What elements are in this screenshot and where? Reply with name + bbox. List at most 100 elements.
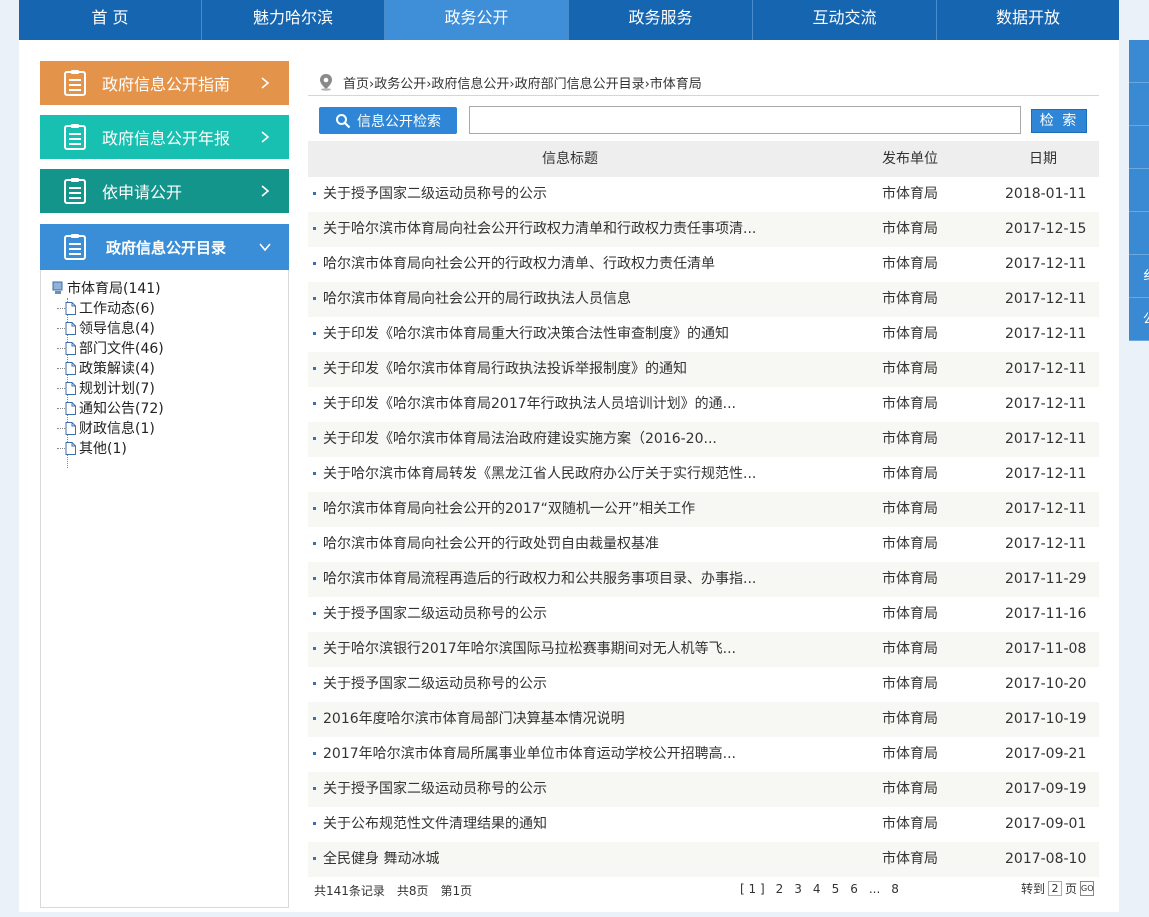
row-title-link[interactable]: 哈尔滨市体育局向社会公开的2017“双随机一公开”相关工作: [323, 492, 695, 527]
bullet-icon: [313, 472, 316, 475]
chevron-right-icon: [261, 185, 270, 197]
tree-item[interactable]: 工作动态(6): [51, 298, 164, 318]
pager-link[interactable]: 3: [794, 882, 802, 896]
pager-link: ...: [868, 882, 881, 896]
row-date: 2017-08-10: [1005, 851, 1087, 867]
row-title-link[interactable]: 关于授予国家二级运动员称号的公示: [323, 177, 547, 212]
row-title-link[interactable]: 哈尔滨市体育局向社会公开的局行政执法人员信息: [323, 282, 631, 317]
header-unit: 发布单位: [882, 151, 938, 167]
pager-links: [ 1 ] 2 3 4 5 6... 8: [740, 882, 899, 896]
document-list-icon: [64, 234, 86, 260]
row-title-link[interactable]: 关于授予国家二级运动员称号的公示: [323, 772, 547, 807]
row-date: 2017-10-19: [1005, 711, 1087, 727]
bullet-icon: [313, 717, 316, 720]
bullet-icon: [313, 612, 316, 615]
menu-catalog[interactable]: 政府信息公开目录: [40, 224, 289, 270]
search-button[interactable]: 检 索: [1031, 109, 1087, 133]
right-strip-item[interactable]: [1129, 169, 1149, 212]
search-input[interactable]: [469, 106, 1021, 134]
pager-link[interactable]: 2: [776, 882, 784, 896]
table-row: 关于授予国家二级运动员称号的公示 市体育局 2017-10-20: [308, 667, 1099, 702]
pager-jump-input[interactable]: 2: [1048, 881, 1063, 896]
row-unit: 市体育局: [882, 641, 938, 657]
row-title-link[interactable]: 2016年度哈尔滨市体育局部门决算基本情况说明: [323, 702, 625, 737]
row-unit: 市体育局: [882, 781, 938, 797]
row-title-link[interactable]: 关于哈尔滨银行2017年哈尔滨国际马拉松赛事期间对无人机等飞...: [323, 632, 736, 667]
right-strip-item[interactable]: 纟: [1129, 255, 1149, 298]
document-list-icon: [64, 70, 86, 96]
document-icon: [65, 321, 76, 335]
tree-item[interactable]: 领导信息(4): [51, 318, 164, 338]
row-title-link[interactable]: 关于授予国家二级运动员称号的公示: [323, 597, 547, 632]
pager-go-button[interactable]: GO: [1080, 881, 1095, 896]
table-row: 2017年哈尔滨市体育局所属事业单位市体育运动学校公开招聘高... 市体育局 201…: [308, 737, 1099, 772]
pager-link[interactable]: 6: [850, 882, 858, 896]
row-title-link[interactable]: 关于哈尔滨市体育局转发《黑龙江省人民政府办公厅关于实行规范性...: [323, 457, 756, 492]
breadcrumb: 首页›政务公开›政府信息公开›政府部门信息公开目录›市体育局: [317, 70, 702, 94]
row-unit: 市体育局: [882, 711, 938, 727]
row-title-link[interactable]: 关于印发《哈尔滨市体育局行政执法投诉举报制度》的通知: [323, 352, 687, 387]
row-unit: 市体育局: [882, 606, 938, 622]
nav-item-5[interactable]: 数据开放: [937, 0, 1119, 40]
menu-guide[interactable]: 政府信息公开指南: [40, 61, 289, 105]
nav-item-3[interactable]: 政务服务: [569, 0, 753, 40]
row-unit: 市体育局: [882, 186, 938, 202]
table-row: 哈尔滨市体育局向社会公开的2017“双随机一公开”相关工作 市体育局 2017-12…: [308, 492, 1099, 527]
row-unit: 市体育局: [882, 536, 938, 552]
row-title-link[interactable]: 关于哈尔滨市体育局向社会公开行政权力清单和行政权力责任事项清...: [323, 212, 756, 247]
row-date: 2017-11-29: [1005, 571, 1087, 587]
catalog-tree: 市体育局(141) 工作动态(6) 领导信息(4) 部门文件(46) 政策解读(4) 规…: [51, 278, 164, 468]
nav-item-1[interactable]: 魅力哈尔滨: [202, 0, 385, 40]
row-title-link[interactable]: 关于印发《哈尔滨市体育局法治政府建设实施方案（2016-20...: [323, 422, 717, 457]
row-title-link[interactable]: 关于印发《哈尔滨市体育局2017年行政执法人员培训计划》的通...: [323, 387, 736, 422]
tree-item[interactable]: 其他(1): [51, 438, 164, 458]
tree-root[interactable]: 市体育局(141): [51, 278, 164, 298]
tree-item[interactable]: 部门文件(46): [51, 338, 164, 358]
pager-link[interactable]: [ 1 ]: [740, 882, 765, 896]
right-strip-item[interactable]: [1129, 40, 1149, 83]
row-date: 2017-09-21: [1005, 746, 1087, 762]
pager-link[interactable]: 5: [832, 882, 840, 896]
bullet-icon: [313, 682, 316, 685]
tree-item[interactable]: 通知公告(72): [51, 398, 164, 418]
menu-request[interactable]: 依申请公开: [40, 169, 289, 213]
pager-pages: 共8页: [396, 884, 429, 898]
pager-link[interactable]: 4: [813, 882, 821, 896]
bullet-icon: [313, 227, 316, 230]
menu-annual-label: 政府信息公开年报: [102, 129, 231, 148]
document-icon: [65, 441, 76, 455]
right-strip-item[interactable]: 公: [1129, 298, 1149, 341]
row-unit: 市体育局: [882, 746, 938, 762]
row-title-link[interactable]: 哈尔滨市体育局流程再造后的行政权力和公共服务事项目录、办事指...: [323, 562, 756, 597]
header-title: 信息标题: [542, 151, 598, 167]
row-title-link[interactable]: 哈尔滨市体育局向社会公开的行政处罚自由裁量权基准: [323, 527, 659, 562]
right-strip-item[interactable]: [1129, 83, 1149, 126]
row-title-link[interactable]: 全民健身 舞动冰城: [323, 842, 439, 877]
row-title-link[interactable]: 关于公布规范性文件清理结果的通知: [323, 807, 547, 842]
right-strip-item[interactable]: [1129, 212, 1149, 255]
row-unit: 市体育局: [882, 256, 938, 272]
row-date: 2017-12-11: [1005, 361, 1087, 377]
pager-current: 第1页: [440, 884, 473, 898]
nav-item-4[interactable]: 互动交流: [753, 0, 937, 40]
row-date: 2017-09-19: [1005, 781, 1087, 797]
tree-item[interactable]: 财政信息(1): [51, 418, 164, 438]
row-date: 2017-09-01: [1005, 816, 1087, 832]
row-unit: 市体育局: [882, 431, 938, 447]
computer-icon: [52, 281, 63, 294]
nav-item-2[interactable]: 政务公开: [385, 0, 569, 40]
menu-annual[interactable]: 政府信息公开年报: [40, 115, 289, 159]
row-date: 2017-12-11: [1005, 291, 1087, 307]
table-row: 关于印发《哈尔滨市体育局法治政府建设实施方案（2016-20... 市体育局 201…: [308, 422, 1099, 457]
pager-page-unit: 页: [1065, 882, 1078, 896]
row-title-link[interactable]: 2017年哈尔滨市体育局所属事业单位市体育运动学校公开招聘高...: [323, 737, 736, 772]
row-title-link[interactable]: 关于印发《哈尔滨市体育局重大行政决策合法性审查制度》的通知: [323, 317, 729, 352]
pager-link[interactable]: 8: [891, 882, 899, 896]
right-strip-item[interactable]: [1129, 126, 1149, 169]
tree-item[interactable]: 政策解读(4): [51, 358, 164, 378]
nav-item-0[interactable]: 首 页: [19, 0, 202, 40]
tree-item[interactable]: 规划计划(7): [51, 378, 164, 398]
row-title-link[interactable]: 关于授予国家二级运动员称号的公示: [323, 667, 547, 702]
breadcrumb-text[interactable]: 首页›政务公开›政府信息公开›政府部门信息公开目录›市体育局: [343, 73, 702, 92]
row-title-link[interactable]: 哈尔滨市体育局向社会公开的行政权力清单、行政权力责任清单: [323, 247, 715, 282]
